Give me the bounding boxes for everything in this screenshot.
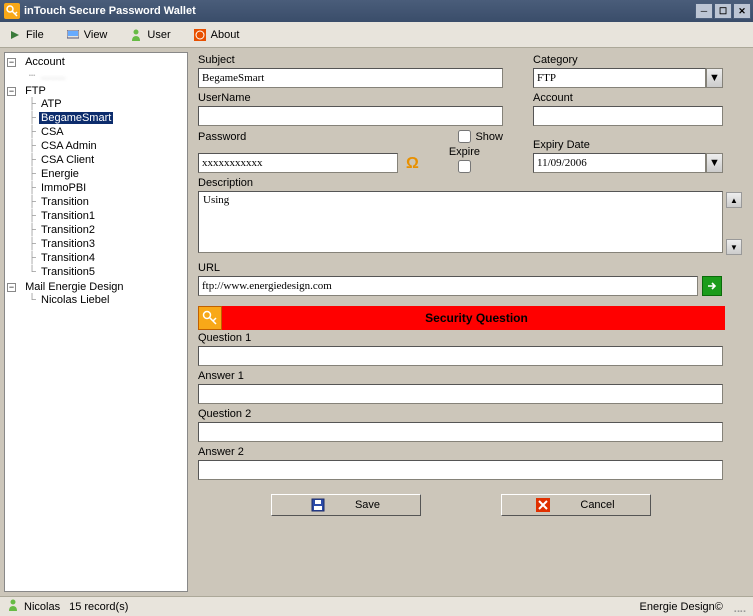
tree-account-child[interactable]: ........ [39, 70, 67, 82]
menu-file-label: File [26, 29, 44, 41]
show-password-checkbox[interactable] [458, 130, 471, 143]
username-input[interactable] [198, 106, 503, 126]
description-textarea[interactable] [198, 191, 723, 253]
tree-mail-item[interactable]: Nicolas Liebel [39, 294, 111, 306]
account-input[interactable] [533, 106, 723, 126]
category-label: Category [533, 54, 723, 66]
tree-ftp-item[interactable]: Transition4 [39, 252, 97, 264]
tree-ftp-item[interactable]: Transition3 [39, 238, 97, 250]
resize-grip[interactable]: ⣀⣀ [733, 600, 745, 613]
menu-view-label: View [84, 29, 108, 41]
menu-user-label: User [147, 29, 170, 41]
question2-input[interactable] [198, 422, 723, 442]
subject-label: Subject [198, 54, 503, 66]
description-label: Description [198, 177, 743, 189]
arrow-right-icon [706, 280, 718, 292]
minimize-button[interactable]: ─ [695, 3, 713, 19]
monitor-icon [66, 28, 80, 42]
window-title: inTouch Secure Password Wallet [24, 5, 695, 17]
play-icon [8, 28, 22, 42]
save-button[interactable]: Save [271, 494, 421, 516]
cancel-icon [536, 498, 550, 512]
save-icon [311, 498, 325, 512]
question1-input[interactable] [198, 346, 723, 366]
tree-ftp-item[interactable]: Transition2 [39, 224, 97, 236]
sidebar: − Account ┄........ − FTP ├ATP├BegameSma… [0, 48, 192, 596]
tree-toggle-mail[interactable]: − [7, 283, 16, 292]
go-button[interactable] [702, 276, 722, 296]
key-icon [198, 306, 222, 330]
menu-bar: File View User About [0, 22, 753, 48]
user-icon [8, 599, 18, 614]
cancel-button-label: Cancel [580, 499, 614, 511]
status-user: Nicolas [24, 601, 60, 613]
scroll-down-button[interactable]: ▼ [726, 239, 742, 255]
menu-view[interactable]: View [62, 26, 112, 44]
tree-ftp-item[interactable]: Transition5 [39, 266, 97, 278]
subject-input[interactable] [198, 68, 503, 88]
expire-checkbox[interactable] [458, 160, 471, 173]
tree-ftp-item[interactable]: Transition [39, 196, 91, 208]
answer1-label: Answer 1 [198, 370, 743, 382]
security-question-title: Security Question [228, 311, 725, 325]
expiry-input[interactable] [533, 153, 706, 173]
expire-label: Expire [449, 146, 480, 158]
question2-label: Question 2 [198, 408, 743, 420]
username-label: UserName [198, 92, 503, 104]
scroll-up-button[interactable]: ▲ [726, 192, 742, 208]
question1-label: Question 1 [198, 332, 743, 344]
app-icon [4, 3, 20, 19]
status-bar: Nicolas 15 record(s) Energie Design© ⣀⣀ [0, 596, 753, 616]
tree-toggle-account[interactable]: − [7, 58, 16, 67]
answer1-input[interactable] [198, 384, 723, 404]
maximize-button[interactable]: ☐ [714, 3, 732, 19]
category-input[interactable] [533, 68, 706, 88]
tree-account[interactable]: Account [23, 56, 67, 68]
url-input[interactable] [198, 276, 698, 296]
tree-ftp-item[interactable]: Energie [39, 168, 81, 180]
answer2-input[interactable] [198, 460, 723, 480]
account-label: Account [533, 92, 723, 104]
tree-ftp-item[interactable]: CSA Client [39, 154, 96, 166]
password-input[interactable] [198, 153, 398, 173]
category-dropdown-button[interactable]: ▼ [706, 68, 723, 88]
tree-view[interactable]: − Account ┄........ − FTP ├ATP├BegameSma… [4, 52, 188, 592]
tree-ftp[interactable]: FTP [23, 85, 48, 97]
form-panel: Subject Category ▼ UserName Account [192, 48, 753, 596]
cancel-button[interactable]: Cancel [501, 494, 651, 516]
expiry-dropdown-button[interactable]: ▼ [706, 153, 723, 173]
user-icon [129, 28, 143, 42]
status-copyright: Energie Design© [640, 601, 723, 613]
tree-ftp-item[interactable]: ImmoPBI [39, 182, 88, 194]
tree-ftp-item[interactable]: Transition1 [39, 210, 97, 222]
security-question-banner: Security Question [198, 306, 725, 330]
omega-icon[interactable]: Ω [406, 155, 419, 173]
answer2-label: Answer 2 [198, 446, 743, 458]
url-label: URL [198, 262, 743, 274]
save-button-label: Save [355, 499, 380, 511]
status-records: 15 record(s) [69, 601, 128, 613]
tree-ftp-item[interactable]: ATP [39, 98, 64, 110]
tree-ftp-item[interactable]: BegameSmart [39, 112, 113, 124]
menu-about[interactable]: About [189, 26, 244, 44]
tree-ftp-item[interactable]: CSA Admin [39, 140, 99, 152]
expiry-label: Expiry Date [533, 139, 723, 151]
menu-user[interactable]: User [125, 26, 174, 44]
close-button[interactable]: ✕ [733, 3, 751, 19]
password-label: Password [198, 131, 246, 143]
tree-mail[interactable]: Mail Energie Design [23, 281, 125, 293]
menu-file[interactable]: File [4, 26, 48, 44]
window-titlebar: inTouch Secure Password Wallet ─ ☐ ✕ [0, 0, 753, 22]
about-icon [193, 28, 207, 42]
tree-ftp-item[interactable]: CSA [39, 126, 66, 138]
tree-toggle-ftp[interactable]: − [7, 87, 16, 96]
menu-about-label: About [211, 29, 240, 41]
show-label: Show [475, 131, 503, 143]
